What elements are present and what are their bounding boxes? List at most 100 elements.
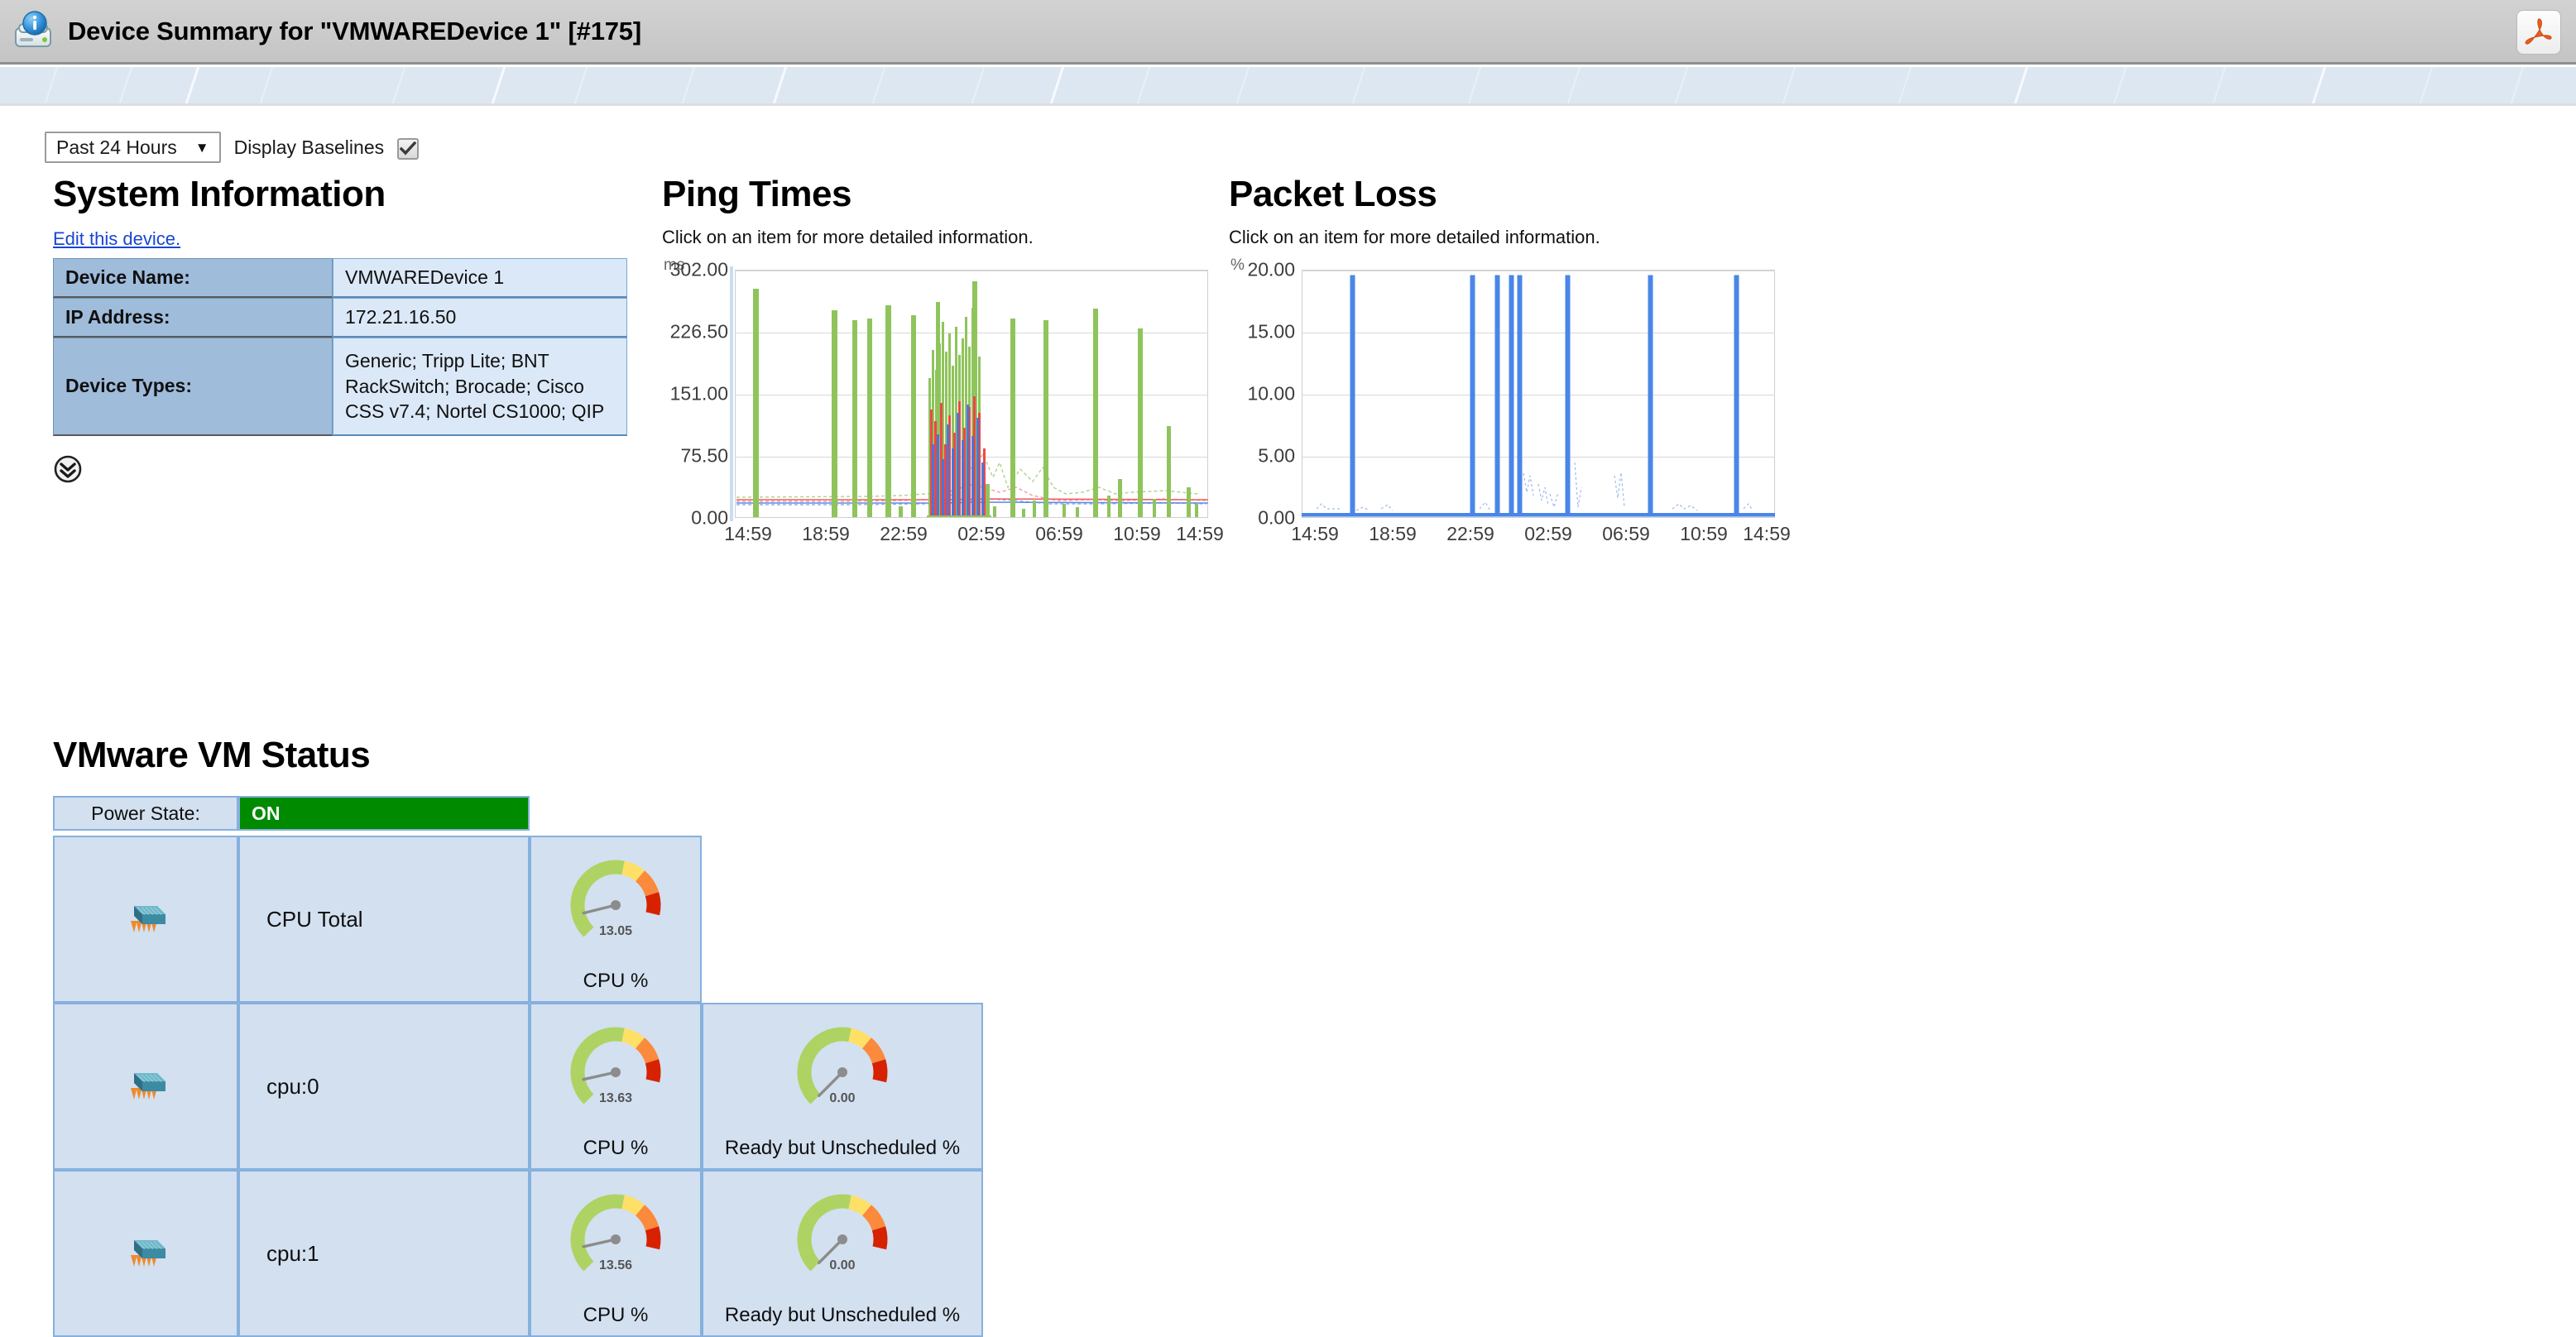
- y-tick: 5.00: [1258, 444, 1295, 467]
- table-row: Device Name: VMWAREDevice 1: [53, 258, 627, 298]
- vm-row-icon-cell: [53, 1170, 238, 1337]
- table-row: Device Types: Generic; Tripp Lite; BNT R…: [53, 338, 627, 436]
- vm-gauge-cell[interactable]: 0.00 Ready but Unscheduled %: [702, 1170, 983, 1337]
- ping-times-heading: Ping Times: [662, 174, 851, 214]
- vm-row-icon-cell: [53, 1003, 238, 1170]
- ping-times-plot-area[interactable]: ms 0.00 75.50 151.00 226.50 302.00 14:59…: [662, 256, 1224, 544]
- pdf-export-icon[interactable]: [2516, 10, 2561, 55]
- power-state-table: Power State: ON: [53, 796, 530, 831]
- row-label: Device Name:: [53, 258, 333, 298]
- ping-times-chart-panel: Ping Times Click on an item for more det…: [662, 174, 1224, 544]
- ping-times-x-ticks: 14:59 18:59 22:59 02:59 06:59 10:59 14:5…: [724, 523, 1224, 548]
- system-information-panel: System Information Edit this device. Dev…: [53, 174, 632, 484]
- row-value: VMWAREDevice 1: [333, 258, 627, 298]
- ping-times-subtitle: Click on an item for more detailed infor…: [662, 227, 1034, 247]
- vmware-vm-status-heading: VMware VM Status: [53, 735, 371, 775]
- checkmark-icon: [400, 141, 417, 156]
- gauge-dial: 13.56: [570, 1194, 661, 1272]
- ping-times-y-ticks: 0.00 75.50 151.00 226.50 302.00: [662, 259, 730, 529]
- double-chevron-down-icon[interactable]: [53, 454, 83, 484]
- ping-times-y-rail: [730, 266, 733, 521]
- time-range-select[interactable]: Past 24 Hours ▼: [45, 132, 221, 163]
- table-row: Power State: ON: [53, 796, 530, 831]
- svg-text:13.56: 13.56: [599, 1258, 632, 1272]
- gauge-dial: 13.63: [570, 1027, 661, 1105]
- header-accent-band: [0, 67, 2576, 103]
- x-tick: 02:59: [957, 523, 1005, 544]
- y-tick: 20.00: [1247, 258, 1295, 280]
- packet-loss-chart-panel: Packet Loss Click on an item for more de…: [1229, 174, 1791, 544]
- y-tick: 302.00: [669, 258, 728, 280]
- y-tick: 0.00: [691, 506, 728, 529]
- display-baselines-label: Display Baselines: [233, 136, 385, 158]
- row-value: Generic; Tripp Lite; BNT RackSwitch; Bro…: [333, 338, 627, 436]
- ping-times-canvas[interactable]: [735, 270, 1208, 518]
- vm-gauge-cell[interactable]: 13.63 CPU %: [530, 1003, 702, 1170]
- svg-text:0.00: 0.00: [829, 1258, 855, 1272]
- y-tick: 226.50: [669, 320, 728, 343]
- gauge-dial: 0.00: [797, 1027, 888, 1105]
- gauge-label: CPU %: [583, 1137, 649, 1159]
- svg-text:13.63: 13.63: [599, 1091, 632, 1105]
- vm-row-name: cpu:1: [238, 1170, 530, 1337]
- row-label: IP Address:: [53, 298, 333, 338]
- device-info-icon: [12, 10, 55, 53]
- packet-loss-heading: Packet Loss: [1229, 174, 1437, 214]
- header-divider: [0, 103, 2576, 106]
- system-information-table: Device Name: VMWAREDevice 1 IP Address: …: [53, 258, 627, 436]
- x-tick: 06:59: [1035, 523, 1083, 544]
- display-baselines-checkbox[interactable]: [397, 138, 420, 160]
- power-state-badge: ON: [238, 796, 530, 831]
- packet-loss-x-ticks: 14:59 18:59 22:59 02:59 06:59 10:59 14:5…: [1291, 523, 1791, 548]
- x-tick: 10:59: [1680, 523, 1728, 544]
- table-row: CPU Total 13.05 CPU %: [53, 836, 983, 1003]
- y-tick: 15.00: [1247, 320, 1295, 343]
- y-tick: 0.00: [1258, 506, 1295, 529]
- system-information-heading: System Information: [53, 174, 386, 214]
- cpu-chip-icon: [122, 1239, 169, 1277]
- vm-gauge-cell[interactable]: 13.05 CPU %: [530, 836, 702, 1003]
- time-range-value: Past 24 Hours: [56, 136, 177, 158]
- vm-gauge-cell[interactable]: 13.56 CPU %: [530, 1170, 702, 1337]
- svg-text:0.00: 0.00: [829, 1091, 855, 1105]
- x-tick: 14:59: [1291, 523, 1339, 544]
- x-tick: 14:59: [1176, 523, 1224, 544]
- packet-loss-subtitle: Click on an item for more detailed infor…: [1229, 227, 1600, 247]
- vm-row-name: CPU Total: [238, 836, 530, 1003]
- packet-loss-plot-area[interactable]: % 0.00 5.00 10.00 15.00 20.00 14:59 18:5…: [1229, 256, 1791, 544]
- x-tick: 02:59: [1524, 523, 1572, 544]
- row-value: 172.21.16.50: [333, 298, 627, 338]
- svg-text:13.05: 13.05: [599, 924, 632, 938]
- vmware-vm-status-panel: VMware VM Status Power State: ON CPU Tot…: [53, 735, 1046, 1337]
- gauge-label: CPU %: [583, 970, 649, 992]
- window-title-bar: Device Summary for "VMWAREDevice 1" [#17…: [0, 0, 2576, 65]
- x-tick: 06:59: [1602, 523, 1650, 544]
- gauge-dial: 0.00: [797, 1194, 888, 1272]
- vm-metrics-table: CPU Total 13.05 CPU % cpu:0 13.63 CPU % …: [53, 836, 983, 1337]
- report-toolbar: Past 24 Hours ▼ Display Baselines: [45, 132, 420, 163]
- packet-loss-canvas[interactable]: [1302, 270, 1775, 518]
- table-row: cpu:0 13.63 CPU % 0.00 Ready but Unsched…: [53, 1003, 983, 1170]
- chevron-down-icon: ▼: [194, 139, 209, 156]
- x-tick: 22:59: [880, 523, 928, 544]
- gauge-label: Ready but Unscheduled %: [724, 1304, 961, 1326]
- y-tick: 10.00: [1247, 382, 1295, 405]
- x-tick: 18:59: [802, 523, 850, 544]
- cpu-chip-icon: [122, 1072, 169, 1109]
- y-tick: 151.00: [669, 382, 728, 405]
- x-tick: 10:59: [1113, 523, 1161, 544]
- power-state-label: Power State:: [53, 796, 238, 831]
- x-tick: 22:59: [1446, 523, 1494, 544]
- cpu-chip-icon: [122, 905, 169, 942]
- vm-row-icon-cell: [53, 836, 238, 1003]
- y-tick: 75.50: [680, 444, 728, 467]
- table-row: cpu:1 13.56 CPU % 0.00 Ready but Unsched…: [53, 1170, 983, 1337]
- window-title: Device Summary for "VMWAREDevice 1" [#17…: [68, 16, 641, 46]
- gauge-dial: 13.05: [570, 860, 661, 938]
- vm-row-name: cpu:0: [238, 1003, 530, 1170]
- gauge-label: Ready but Unscheduled %: [724, 1137, 961, 1159]
- edit-device-link[interactable]: Edit this device.: [53, 228, 180, 250]
- x-tick: 18:59: [1369, 523, 1417, 544]
- table-row: IP Address: 172.21.16.50: [53, 298, 627, 338]
- vm-gauge-cell[interactable]: 0.00 Ready but Unscheduled %: [702, 1003, 983, 1170]
